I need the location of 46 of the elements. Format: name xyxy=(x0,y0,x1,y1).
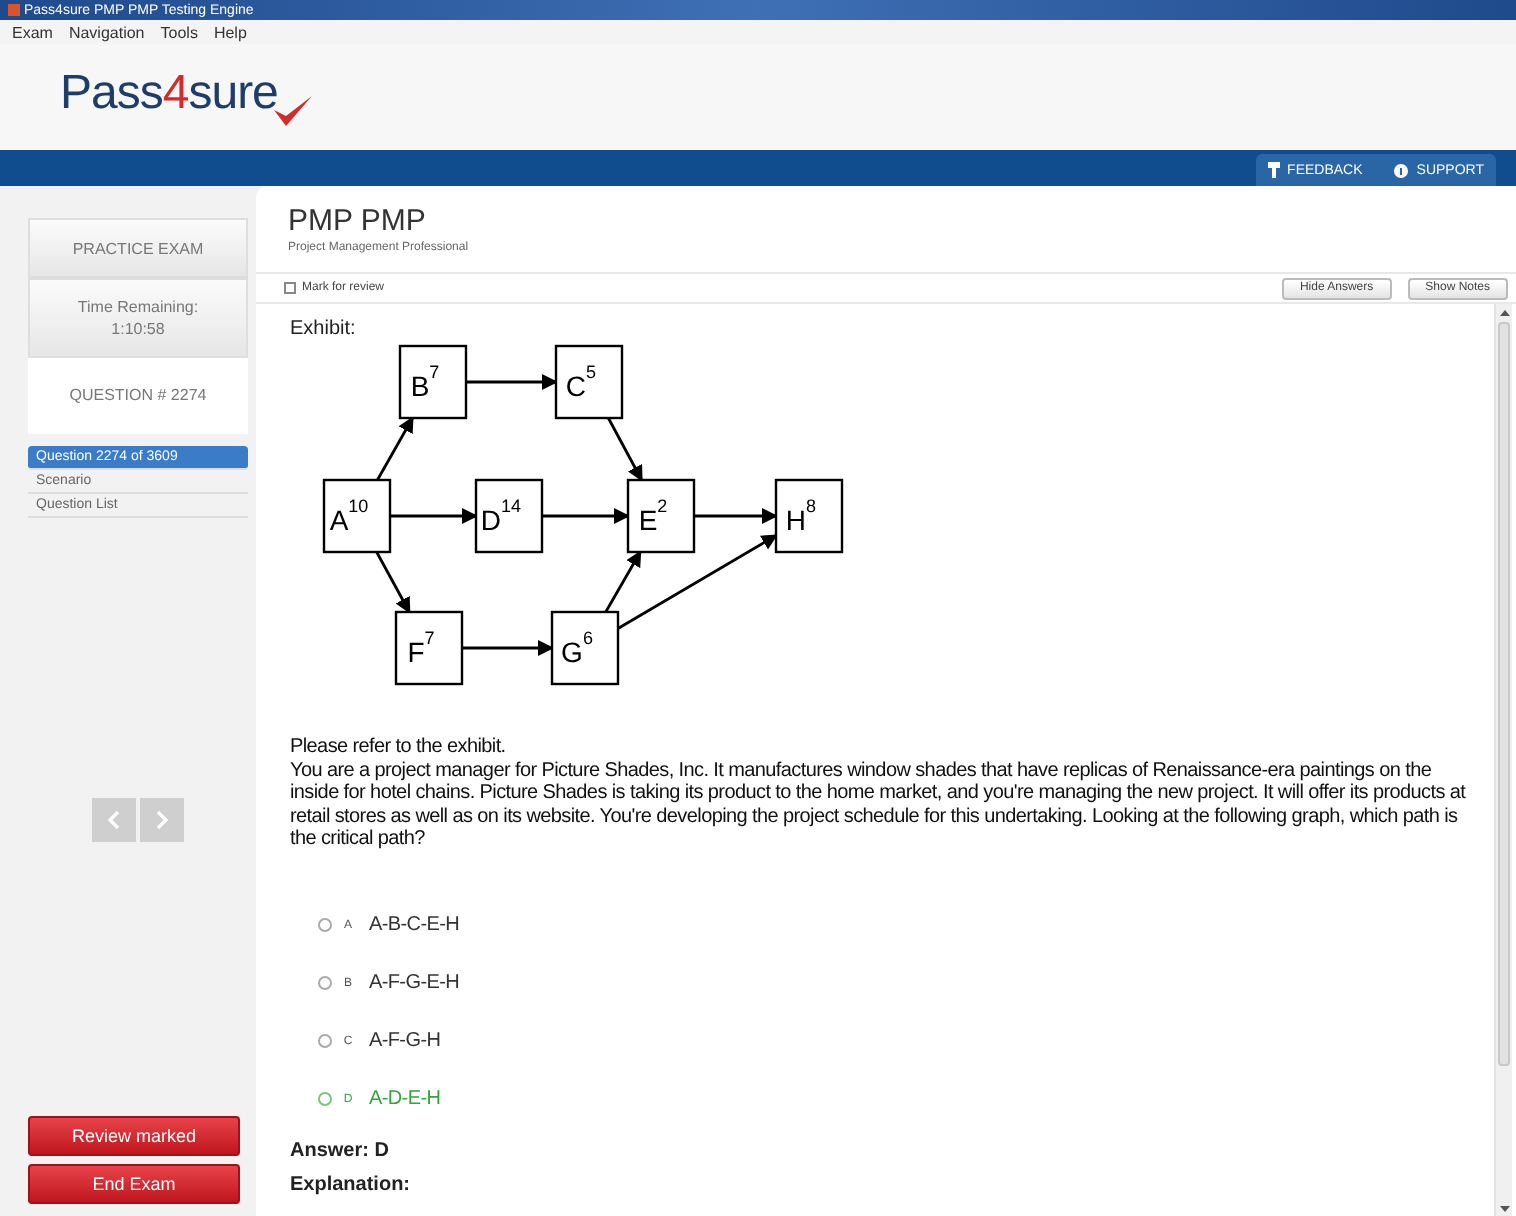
exhibit-label: Exhibit: xyxy=(290,318,358,340)
explanation-label: Explanation: xyxy=(290,1173,413,1195)
timer-label: Time Remaining: xyxy=(75,298,201,316)
answer-text: Answer: D xyxy=(290,1139,391,1161)
activity-node: H$^{8}$ xyxy=(774,478,844,554)
activity-node: A$^{10}$ xyxy=(322,478,392,554)
arrow xyxy=(375,551,411,614)
arrow xyxy=(466,374,558,390)
checkbox[interactable] xyxy=(284,282,296,294)
question-number: QUESTION # 2274 xyxy=(28,358,248,434)
activity-node: B$^{7}$ xyxy=(398,344,468,420)
radio-button[interactable] xyxy=(318,1034,332,1048)
radio-button[interactable] xyxy=(318,918,332,932)
arrow xyxy=(694,508,778,524)
arrow xyxy=(462,640,554,656)
app-icon xyxy=(8,4,20,16)
menu-item[interactable]: Navigation xyxy=(68,23,145,41)
activity-node: D$^{14}$ xyxy=(474,478,544,554)
chevron-right-icon xyxy=(156,810,168,830)
arrow xyxy=(390,508,478,524)
exam-title: PMP PMP xyxy=(288,204,428,238)
radio-button[interactable] xyxy=(318,1092,332,1106)
arrow xyxy=(607,417,643,482)
exam-button[interactable]: End Exam xyxy=(28,1164,240,1204)
activity-node: C$^{5}$ xyxy=(554,344,624,420)
question-text: Please refer to the exhibit. xyxy=(290,736,508,759)
logo-text: Pass4sure xyxy=(60,65,278,123)
scrollbar[interactable] xyxy=(1494,304,1512,1216)
exam-button[interactable]: Review marked xyxy=(28,1116,240,1156)
question-text: You are a project manager for Picture Shades, Inc. It manufactures window shades that have replicas of Renaissance-era paintings on the inside for hotel chains. Picture Shades is taking its product to the home market, and you're managing the new project. It will offer its products at retail stores as well as on its website. You're developing the project schedule for this undertaking. Looking at the following graph, which path is the critical path? xyxy=(290,759,1468,851)
menu-item[interactable]: Tools xyxy=(160,23,198,41)
arrow xyxy=(542,508,630,524)
activity-node: G$^{6}$ xyxy=(550,610,620,686)
activity-node: E$^{2}$ xyxy=(626,478,696,554)
menu-item[interactable]: Help xyxy=(213,23,247,41)
next-button[interactable] xyxy=(140,798,184,842)
menu-item[interactable]: Exam xyxy=(12,23,53,41)
exam-mode-label: PRACTICE EXAM xyxy=(28,218,248,278)
previous-button[interactable] xyxy=(92,798,136,842)
timer-value: 1:10:58 xyxy=(109,320,167,338)
arrow xyxy=(376,416,414,481)
activity-node: F$^{7}$ xyxy=(394,610,464,686)
chevron-left-icon xyxy=(108,810,120,830)
scroll-down-icon xyxy=(1499,1205,1509,1211)
radio-button[interactable] xyxy=(318,976,332,990)
scroll-up-icon xyxy=(1499,309,1509,315)
